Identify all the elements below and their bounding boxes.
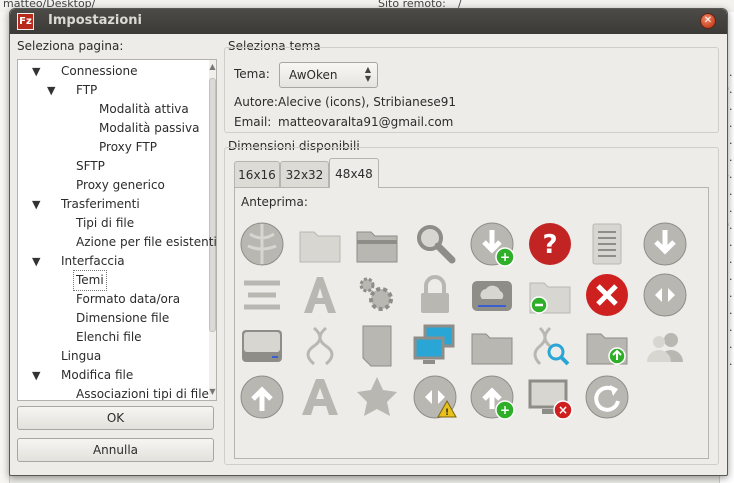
cancel-icon	[583, 271, 631, 319]
tree-item-label: Elenchi file	[76, 330, 142, 344]
email-value: matteovaralta91@gmail.com	[278, 115, 454, 129]
scroll-down-icon[interactable]: ▼	[209, 387, 216, 396]
author-value: Alecive (icons), Stribianese91	[278, 95, 457, 109]
upload-icon	[238, 373, 286, 421]
sync-warning-icon: !	[411, 373, 459, 421]
tree-item-label: Temi	[73, 270, 107, 291]
dna-icon	[296, 322, 344, 370]
tree-item-label: SFTP	[76, 159, 105, 173]
tab-48x48[interactable]: 48x48	[329, 158, 379, 188]
download-icon	[641, 220, 689, 268]
svg-text:+: +	[500, 403, 510, 417]
expander-icon[interactable]: ▼	[47, 81, 55, 100]
list-icon	[583, 220, 631, 268]
folder-dark-icon	[353, 220, 401, 268]
page-icon	[353, 322, 401, 370]
close-button[interactable]: ✕	[700, 13, 716, 29]
tree-item-label: Proxy FTP	[99, 140, 157, 154]
align-icon	[238, 271, 286, 319]
expander-icon[interactable]: ▼	[32, 62, 40, 81]
tree-item-label: Modalità passiva	[99, 121, 200, 135]
expander-icon[interactable]: ▼	[32, 195, 40, 214]
tree-item-label: Modifica file	[61, 368, 134, 382]
folder-icon	[296, 220, 344, 268]
monitors-icon	[411, 322, 459, 370]
globe-wrench-icon	[238, 220, 286, 268]
dna-search-icon	[526, 322, 574, 370]
cancel-button[interactable]: Annulla	[17, 438, 214, 462]
page-tree[interactable]: ▲ ▼ ▼ Connessione ▼ FTP Modalità attiva Modal…	[17, 59, 217, 401]
spin-arrows-icon: ▲ ▼	[364, 65, 371, 83]
settings-gears-icon	[353, 271, 401, 319]
font-icon	[296, 271, 344, 319]
scroll-thumb[interactable]	[209, 78, 216, 332]
expander-icon[interactable]: ▼	[32, 366, 40, 385]
sync-arrows-icon	[641, 271, 689, 319]
tree-item-label: Trasferimenti	[61, 197, 140, 211]
tree-item-label: Azione per file esistenti	[76, 235, 217, 249]
tree-item-label: Modalità attiva	[99, 102, 189, 116]
tree-item-label: Tipi di file	[76, 216, 135, 230]
theme-label: Tema:	[234, 67, 270, 81]
title-bar[interactable]: Fz Impostazioni ✕	[10, 9, 727, 34]
tree-scrollbar[interactable]: ▲ ▼	[209, 60, 216, 400]
tree-item-label: Interfaccia	[61, 254, 125, 268]
font-alt-icon	[296, 373, 344, 421]
folder-back-icon	[526, 271, 574, 319]
tree-item-label: FTP	[76, 83, 98, 97]
tree-item-label: Dimensione file	[76, 311, 170, 325]
tree-item-label: Proxy generico	[76, 178, 165, 192]
tree-item-label: Associazioni tipi di file	[76, 387, 209, 401]
hard-drive-icon	[238, 322, 286, 370]
svg-text:!: !	[444, 408, 448, 418]
email-label: Email:	[234, 115, 272, 129]
upload-add-icon: +	[468, 373, 516, 421]
help-icon: ?	[526, 220, 574, 268]
filezilla-icon: Fz	[17, 13, 34, 30]
preview-label: Anteprima:	[241, 195, 308, 209]
svg-text:+: +	[500, 250, 510, 264]
theme-select-value: AwOken	[289, 68, 338, 82]
download-add-icon: +	[468, 220, 516, 268]
tab-32x32[interactable]: 32x32	[280, 161, 329, 187]
star-icon	[353, 373, 401, 421]
tree-item-label: Lingua	[61, 349, 102, 363]
tree-item-label: Connessione	[61, 64, 138, 78]
expander-icon[interactable]: ▼	[32, 252, 40, 271]
users-icon	[641, 322, 689, 370]
author-label: Autore:	[234, 95, 278, 109]
tree-item-label: Formato data/ora	[76, 292, 181, 306]
monitor-remove-icon: ×	[526, 373, 574, 421]
svg-text:?: ?	[542, 230, 557, 260]
select-page-label: Seleziona pagina:	[17, 39, 124, 53]
tab-16x16[interactable]: 16x16	[234, 161, 280, 187]
cloud-drive-icon	[468, 271, 516, 319]
ok-button[interactable]: OK	[17, 406, 214, 430]
magnifier-icon	[411, 220, 459, 268]
theme-select[interactable]: AwOken ▲ ▼	[279, 62, 378, 88]
refresh-icon	[583, 373, 631, 421]
settings-dialog: Fz Impostazioni ✕ Seleziona pagina: ▲ ▼ …	[9, 8, 728, 476]
svg-text:×: ×	[557, 403, 567, 417]
folder-closed-icon	[468, 322, 516, 370]
scroll-up-icon[interactable]: ▲	[209, 62, 216, 71]
dialog-title: Impostazioni	[48, 13, 143, 28]
folder-up-icon	[583, 322, 631, 370]
lock-icon	[411, 271, 459, 319]
